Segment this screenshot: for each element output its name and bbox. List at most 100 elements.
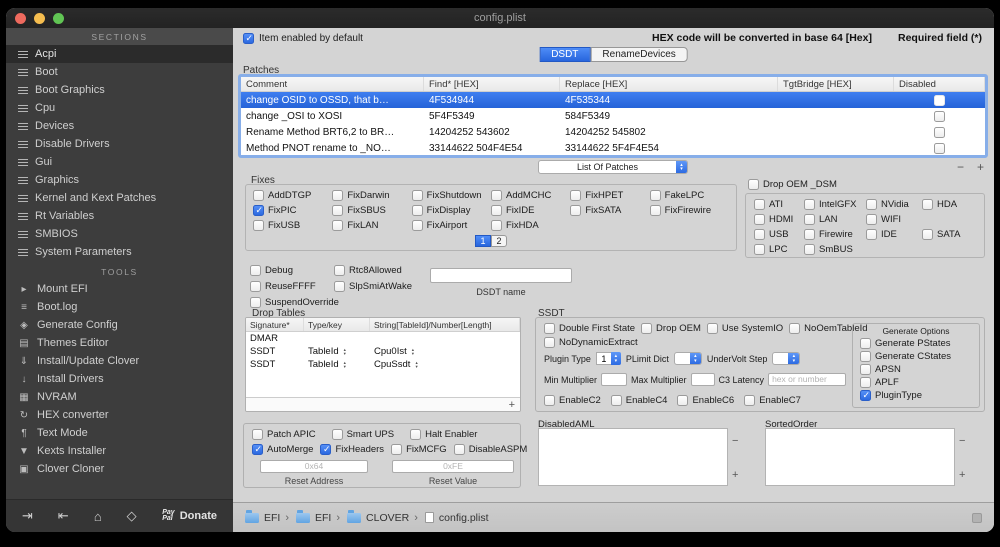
device-checkbox-item[interactable]: Firewire [804,228,866,241]
value-stepper-icon[interactable]: ▴ ▾ [415,360,417,369]
plimit-dropdown[interactable]: ▴ ▾ [673,352,702,365]
column-header[interactable]: Type/key [304,318,370,331]
fix-checkbox-item[interactable]: AddDTGP [253,189,332,202]
misc-checkbox-item[interactable]: Debug [250,264,334,277]
fix-checkbox-item[interactable]: FixPIC [253,204,332,217]
checkbox[interactable] [866,229,877,240]
checkbox[interactable] [754,244,765,255]
sidebar-section-item[interactable]: Acpi [6,45,233,63]
device-checkbox-item[interactable]: WIFI [866,213,922,226]
checkbox[interactable] [320,444,332,455]
enable-checkbox-item[interactable]: EnableC7 [744,394,801,407]
list-of-patches-dropdown[interactable]: List Of Patches ▴ ▾ [538,160,688,174]
checkbox[interactable] [331,429,343,440]
donate-button[interactable]: Pay Pal Donate [162,509,217,523]
undervolt-dropdown[interactable]: ▴ ▾ [772,352,801,365]
checkbox[interactable] [250,297,261,308]
patch-row[interactable]: Method PNOT rename to _NO… 33144622 504F… [241,140,985,155]
type-stepper-icon[interactable]: ▴ ▾ [344,360,346,369]
checkbox[interactable] [866,199,877,210]
disabledaml-add-button[interactable]: + [732,469,738,481]
checkbox[interactable] [250,265,261,276]
device-checkbox-item[interactable]: SmBUS [804,243,866,256]
apic-checkbox-item[interactable]: Smart UPS [331,428,394,441]
item-enabled-toggle[interactable]: Item enabled by default [243,32,363,44]
tab[interactable]: RenameDevices [590,47,688,62]
tab[interactable]: DSDT [539,47,591,62]
checkbox[interactable] [411,190,423,201]
apic-checkbox-item[interactable]: Patch APIC [252,428,316,441]
generate-option-item[interactable]: APLF [860,376,972,389]
fix-checkbox-item[interactable]: FixHDA [491,219,570,232]
checkbox[interactable] [253,220,264,231]
checkbox[interactable] [410,429,422,440]
sortedorder-textarea[interactable] [765,428,955,486]
device-checkbox-item[interactable]: LPC [754,243,804,256]
sidebar-tool-item[interactable]: ¶ Text Mode [6,424,233,442]
checkbox[interactable] [804,214,815,225]
apic-checkbox-item[interactable]: FixMCFG [391,443,447,456]
checkbox[interactable] [804,244,815,255]
sortedorder-remove-button[interactable]: − [959,435,965,447]
add-patch-button[interactable]: + [977,160,984,174]
checkbox[interactable] [804,229,815,240]
sidebar-tool-item[interactable]: ▤ Themes Editor [6,334,233,352]
generate-option-item[interactable]: Generate PStates [860,337,972,350]
generate-option-item[interactable]: PluginType [860,389,972,402]
disabledaml-remove-button[interactable]: − [732,435,738,447]
apic-checkbox-item[interactable]: AutoMerge [252,443,313,456]
sidebar-tool-item[interactable]: ↓ Install Drivers [6,370,233,388]
minimize-button[interactable] [34,12,45,24]
checkbox[interactable] [754,199,765,210]
sidebar-tool-item[interactable]: ▦ NVRAM [6,388,233,406]
checkbox[interactable] [411,220,423,231]
checkbox[interactable] [544,395,555,406]
checkbox[interactable] [544,337,555,348]
checkbox[interactable] [253,205,264,216]
checkbox[interactable] [332,190,344,201]
max-multiplier-input[interactable] [690,373,715,386]
checkbox[interactable] [922,229,933,240]
checkbox[interactable] [866,214,877,225]
checkbox[interactable] [453,444,465,455]
apic-checkbox-item[interactable]: Halt Enabler [410,428,477,441]
sidebar-section-item[interactable]: Rt Variables [6,207,233,225]
checkbox[interactable] [252,429,263,440]
sidebar-section-item[interactable]: SMBIOS [6,225,233,243]
checkbox[interactable] [649,190,661,201]
misc-checkbox-item[interactable]: ReuseFFFF [250,280,334,293]
patch-row[interactable]: Rename Method BRT6,2 to BR… 14204252 543… [241,124,985,140]
checkbox[interactable] [706,323,718,334]
patch-disabled-checkbox[interactable] [934,94,945,106]
checkbox[interactable] [491,190,502,201]
sidebar-tool-item[interactable]: ⇓ Install/Update Clover [6,352,233,370]
device-checkbox-item[interactable]: SATA [922,228,976,241]
drop-table-row[interactable]: SSDT TableId ▴ ▾ Cpu0Ist ▴ ▾ [246,345,520,358]
sidebar-section-item[interactable]: Gui [6,153,233,171]
checkbox[interactable] [391,444,403,455]
enable-checkbox-item[interactable]: EnableC4 [610,394,667,407]
type-stepper-icon[interactable]: ▴ ▾ [344,347,346,356]
checkbox[interactable] [789,323,801,334]
fix-checkbox-item[interactable]: FixShutdown [411,189,491,202]
checkbox[interactable] [491,220,502,231]
fix-checkbox-item[interactable]: FakeLPC [649,189,729,202]
sidebar-tool-item[interactable]: ▣ Clover Cloner [6,460,233,478]
breadcrumb-item[interactable]: EFI › [245,510,289,524]
disabledaml-textarea[interactable] [538,428,728,486]
checkbox[interactable] [570,205,582,216]
footer-action-icon[interactable]: ⇤ [58,508,69,524]
column-header[interactable]: Find* [HEX] [424,77,560,91]
sidebar-tool-item[interactable]: ▸ Mount EFI [6,280,233,298]
checkbox[interactable] [334,265,345,276]
apic-checkbox-item[interactable]: DisableASPM [453,443,527,456]
breadcrumb-item[interactable]: EFI › [296,510,340,524]
device-checkbox-item[interactable]: LAN [804,213,866,226]
checkbox[interactable] [860,377,871,388]
device-checkbox-item[interactable]: HDA [922,198,976,211]
device-checkbox-item[interactable]: USB [754,228,804,241]
checkbox[interactable] [570,190,582,201]
item-enabled-checkbox[interactable] [243,32,254,44]
checkbox[interactable] [332,205,344,216]
checkbox[interactable] [649,205,661,216]
